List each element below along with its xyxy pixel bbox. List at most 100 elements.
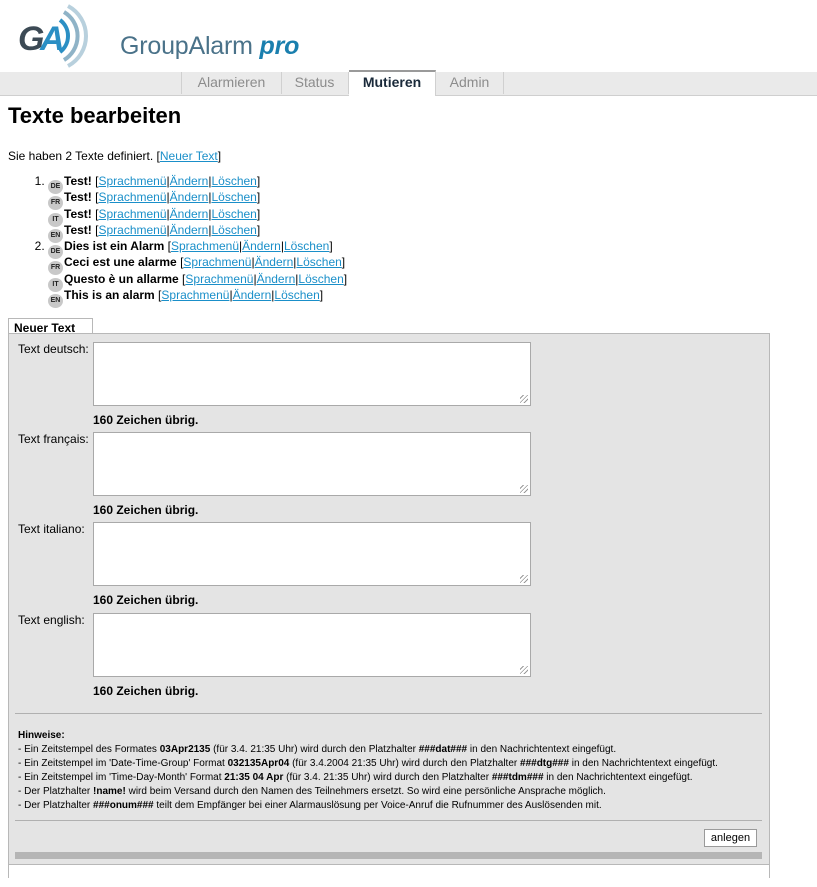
new-text-panel: Text deutsch: 160 Zeichen übrig. Text fr… xyxy=(8,333,770,865)
hint-placeholder: ###dtg### xyxy=(520,758,569,769)
bracket: ] xyxy=(343,271,348,286)
resize-grip-icon[interactable] xyxy=(520,395,528,403)
hint-text: teilt dem Empfänger bei einer Alarmauslö… xyxy=(153,800,602,811)
text-entry: EN This is an alarm [Sprachmenü|Ändern|Lö… xyxy=(48,287,347,309)
text-entry: IT Questo è un allarme [Sprachmenü|Ändern… xyxy=(48,271,348,292)
hint-text: (für 3.4. 21:35 Uhr) wird durch den Plat… xyxy=(210,744,419,755)
hint-text: - Ein Zeitstempel im 'Time-Day-Month' Fo… xyxy=(18,772,225,783)
label-text-it: Text italiano: xyxy=(18,522,85,536)
textarea-en[interactable] xyxy=(93,613,531,677)
text-entry: FR Ceci est une alarme [Sprachmenü|Ändern… xyxy=(48,254,347,276)
edit-link[interactable]: Ändern xyxy=(255,255,294,269)
textarea-fr[interactable] xyxy=(93,432,531,496)
hint-placeholder: ###tdm### xyxy=(491,772,544,783)
language-flag-icon: EN xyxy=(48,294,63,309)
hint-text: (für 3.4.2004 21:35 Uhr) wird durch den … xyxy=(289,758,521,769)
hint-text: (für 3.4. 21:35 Uhr) wird durch den Plat… xyxy=(283,772,492,783)
label-text-fr: Text français: xyxy=(18,432,89,446)
edit-link[interactable]: Ändern xyxy=(170,174,209,188)
hint-placeholder: 21:35 04 Apr xyxy=(224,772,284,783)
textarea-de[interactable] xyxy=(93,342,531,406)
create-button[interactable]: anlegen xyxy=(704,829,757,847)
bracket: ] xyxy=(329,239,333,254)
hint-line: - Ein Zeitstempel im 'Time-Day-Month' Fo… xyxy=(18,771,718,785)
hint-text: in den Nachrichtentext eingefügt. xyxy=(568,758,718,769)
language-menu-link[interactable]: Sprachmenü xyxy=(183,255,251,269)
hint-line: - Der Platzhalter !name! wird beim Versa… xyxy=(18,785,718,799)
delete-link[interactable]: Löschen xyxy=(296,255,341,269)
delete-link[interactable]: Löschen xyxy=(274,288,319,302)
language-menu-link[interactable]: Sprachmenü xyxy=(98,223,166,237)
delete-link[interactable]: Löschen xyxy=(211,174,256,188)
delete-link[interactable]: Löschen xyxy=(298,272,343,286)
text-entry: FR Test! [Sprachmenü|Ändern|Löschen] xyxy=(48,189,347,211)
hint-text: in den Nachrichtentext eingefügt. xyxy=(467,744,617,755)
text-item: DETest! [Sprachmenü|Ändern|Löschen]FRTes… xyxy=(48,173,347,243)
tab-mutieren[interactable]: Mutieren xyxy=(349,70,436,96)
delete-link[interactable]: Löschen xyxy=(211,223,256,237)
delete-link[interactable]: Löschen xyxy=(284,239,329,253)
tab-alarmieren[interactable]: Alarmieren xyxy=(181,72,282,94)
hint-text: wird beim Versand durch den Namen des Te… xyxy=(125,786,606,797)
edit-link[interactable]: Ändern xyxy=(257,272,296,286)
text-content: Test! xyxy=(64,174,92,188)
intro-text: Sie haben 2 Texte definiert. [Neuer Text… xyxy=(8,149,222,163)
remaining-de: 160 Zeichen übrig. xyxy=(93,413,199,427)
edit-link[interactable]: Ändern xyxy=(242,239,281,253)
text-content: This is an alarm xyxy=(64,288,155,303)
hint-line: - Ein Zeitstempel des Formates 03Apr2135… xyxy=(18,743,718,757)
label-text-de: Text deutsch: xyxy=(18,342,89,356)
panel-footer-band xyxy=(15,852,762,859)
resize-grip-icon[interactable] xyxy=(520,485,528,493)
tab-admin[interactable]: Admin xyxy=(436,72,504,94)
language-menu-link[interactable]: Sprachmenü xyxy=(161,288,229,302)
resize-grip-icon[interactable] xyxy=(520,575,528,583)
hint-placeholder: 03Apr2135 xyxy=(159,744,211,755)
language-menu-link[interactable]: Sprachmenü xyxy=(98,190,166,204)
bracket: ] xyxy=(256,174,261,188)
language-menu-link[interactable]: Sprachmenü xyxy=(98,174,166,188)
delete-link[interactable]: Löschen xyxy=(211,190,256,204)
resize-grip-icon[interactable] xyxy=(520,666,528,674)
hint-text: - Ein Zeitstempel des Formates xyxy=(18,744,160,755)
hint-placeholder: ###onum### xyxy=(93,800,154,811)
hint-placeholder: 032135Apr04 xyxy=(227,758,290,769)
edit-link[interactable]: Ändern xyxy=(170,207,209,221)
text-entry: IT Test! [Sprachmenü|Ändern|Löschen] xyxy=(48,206,347,227)
hint-line: - Ein Zeitstempel im 'Date-Time-Group' F… xyxy=(18,757,718,771)
text-entry: DETest! [Sprachmenü|Ändern|Löschen] xyxy=(48,173,347,194)
text-content: Test! xyxy=(64,222,92,237)
hint-line: - Der Platzhalter ###onum### teilt dem E… xyxy=(18,799,718,813)
bracket: ] xyxy=(256,206,261,221)
hint-placeholder: !name! xyxy=(93,786,126,797)
text-content: Questo è un allarme xyxy=(64,271,179,286)
language-menu-link[interactable]: Sprachmenü xyxy=(98,207,166,221)
hint-text: in den Nachrichtentext eingefügt. xyxy=(543,772,693,783)
delete-link[interactable]: Löschen xyxy=(211,207,256,221)
bracket: ] xyxy=(256,190,261,205)
new-text-link[interactable]: Neuer Text xyxy=(160,149,218,163)
bracket: ] xyxy=(256,222,261,237)
edit-link[interactable]: Ändern xyxy=(233,288,272,302)
textarea-it[interactable] xyxy=(93,522,531,586)
hint-text: - Der Platzhalter xyxy=(18,800,94,811)
edit-link[interactable]: Ändern xyxy=(170,223,209,237)
svg-text:A: A xyxy=(39,20,65,58)
hint-text: - Ein Zeitstempel im 'Date-Time-Group' F… xyxy=(18,758,228,769)
text-list: DETest! [Sprachmenü|Ändern|Löschen]FRTes… xyxy=(0,173,348,309)
groupalarm-logo-icon: G A xyxy=(18,4,88,68)
hints: Hinweise: - Ein Zeitstempel des Formates… xyxy=(18,729,718,813)
divider xyxy=(15,820,762,821)
hints-title: Hinweise: xyxy=(18,730,65,741)
page-title: Texte bearbeiten xyxy=(8,103,182,128)
language-menu-link[interactable]: Sprachmenü xyxy=(171,239,239,253)
text-item: DEDies ist ein Alarm [Sprachmenü|Ändern|… xyxy=(48,238,348,309)
divider xyxy=(15,713,762,714)
header: G A GroupAlarm pro Alarmieren Status Mut… xyxy=(0,0,817,96)
tab-status[interactable]: Status xyxy=(281,72,349,94)
language-menu-link[interactable]: Sprachmenü xyxy=(185,272,253,286)
edit-link[interactable]: Ändern xyxy=(170,190,209,204)
remaining-fr: 160 Zeichen übrig. xyxy=(93,503,199,517)
hint-text: - Der Platzhalter xyxy=(18,786,94,797)
remaining-en: 160 Zeichen übrig. xyxy=(93,684,199,698)
